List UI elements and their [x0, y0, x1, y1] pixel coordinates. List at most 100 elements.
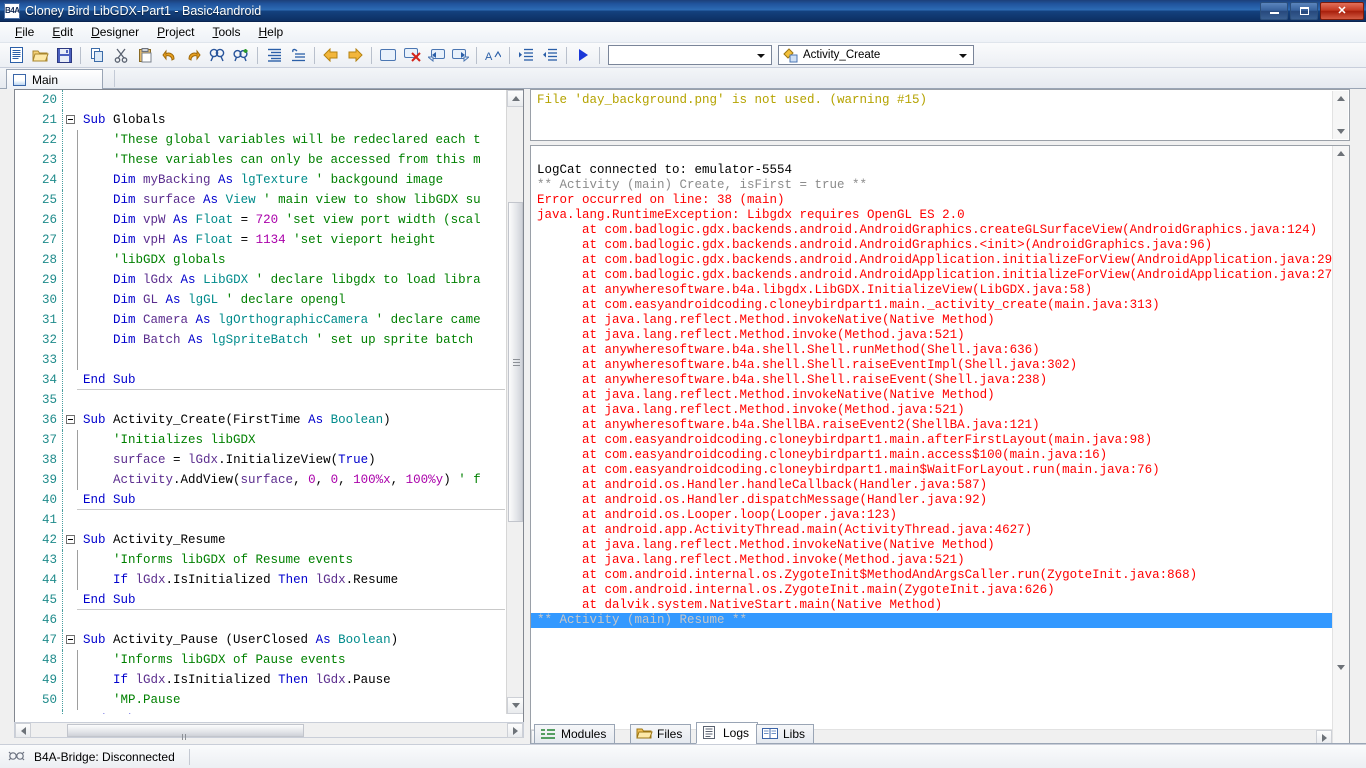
log-row[interactable]: at com.easyandroidcoding.cloneybirdpart1…: [531, 298, 1332, 313]
code-line[interactable]: 40End Sub: [15, 490, 505, 510]
undo-icon[interactable]: [158, 45, 180, 66]
code-scroll-down-button[interactable]: [507, 697, 524, 714]
warnings-box[interactable]: File 'day_background.png' is not used. (…: [530, 89, 1350, 141]
fold-collapse-icon[interactable]: [66, 415, 75, 424]
log-row[interactable]: at java.lang.reflect.Method.invoke(Metho…: [531, 553, 1332, 568]
code-line[interactable]: 20: [15, 90, 505, 110]
log-row[interactable]: at com.android.internal.os.ZygoteInit$Me…: [531, 568, 1332, 583]
log-row[interactable]: at dalvik.system.NativeStart.main(Native…: [531, 598, 1332, 613]
fold-collapse-icon[interactable]: [66, 115, 75, 124]
warnings-scroll-up-button[interactable]: [1333, 91, 1348, 106]
outdent-icon[interactable]: [539, 45, 561, 66]
code-editor-pane[interactable]: 2021Sub Globals22 'These global variable…: [14, 89, 524, 731]
log-row[interactable]: at android.os.Handler.handleCallback(Han…: [531, 478, 1332, 493]
code-line[interactable]: 47Sub Activity_Pause (UserClosed As Bool…: [15, 630, 505, 650]
code-line[interactable]: 33: [15, 350, 505, 370]
code-line[interactable]: 25 Dim surface As View ' main view to sh…: [15, 190, 505, 210]
code-line[interactable]: 29 Dim lGdx As LibGDX ' declare libgdx t…: [15, 270, 505, 290]
code-line[interactable]: 24 Dim myBacking As lgTexture ' backgoun…: [15, 170, 505, 190]
menu-designer[interactable]: Designer: [82, 23, 148, 41]
log-row[interactable]: at com.easyandroidcoding.cloneybirdpart1…: [531, 433, 1332, 448]
code-line[interactable]: 36Sub Activity_Create(FirstTime As Boole…: [15, 410, 505, 430]
log-row[interactable]: at com.android.internal.os.ZygoteInit.ma…: [531, 583, 1332, 598]
sub-combo[interactable]: Activity_Create: [778, 45, 974, 65]
log-row[interactable]: at com.badlogic.gdx.backends.android.And…: [531, 238, 1332, 253]
font-size-icon[interactable]: A: [482, 45, 504, 66]
code-line[interactable]: 46: [15, 610, 505, 630]
code-line[interactable]: 28 'libGDX globals: [15, 250, 505, 270]
log-row[interactable]: at java.lang.reflect.Method.invokeNative…: [531, 388, 1332, 403]
log-row[interactable]: at android.os.Looper.loop(Looper.java:12…: [531, 508, 1332, 523]
code-line[interactable]: 41: [15, 510, 505, 530]
tab-modules[interactable]: Modules: [534, 724, 615, 744]
tab-files[interactable]: Files: [630, 724, 691, 744]
indent-icon[interactable]: [515, 45, 537, 66]
code-line[interactable]: 38 surface = lGdx.InitializeView(True): [15, 450, 505, 470]
menu-file[interactable]: File: [6, 23, 43, 41]
code-vertical-scrollbar[interactable]: [506, 90, 523, 714]
log-row[interactable]: at com.badlogic.gdx.backends.android.And…: [531, 253, 1332, 268]
log-row[interactable]: LogCat connected to: emulator-5554: [531, 163, 1332, 178]
redo-icon[interactable]: [182, 45, 204, 66]
log-row[interactable]: at anywheresoftware.b4a.shell.Shell.runM…: [531, 343, 1332, 358]
code-scroll-up-button[interactable]: [507, 90, 524, 107]
code-line[interactable]: 27 Dim vpH As Float = 1134 'set vieport …: [15, 230, 505, 250]
log-row[interactable]: ** Activity (main) Resume **: [531, 613, 1332, 628]
code-hscroll-thumb[interactable]: [67, 724, 304, 737]
code-line[interactable]: 50 'MP.Pause: [15, 690, 505, 710]
log-row[interactable]: at anywheresoftware.b4a.libgdx.LibGDX.In…: [531, 283, 1332, 298]
log-row[interactable]: at anywheresoftware.b4a.ShellBA.raiseEve…: [531, 418, 1332, 433]
code-line[interactable]: 34End Sub: [15, 370, 505, 390]
code-line[interactable]: 30 Dim GL As lgGL ' declare opengl: [15, 290, 505, 310]
module-combo[interactable]: [608, 45, 772, 65]
code-line[interactable]: 42Sub Activity_Resume: [15, 530, 505, 550]
log-row[interactable]: at java.lang.reflect.Method.invoke(Metho…: [531, 403, 1332, 418]
maximize-button[interactable]: [1290, 2, 1318, 20]
new-file-icon[interactable]: [5, 45, 27, 66]
code-horizontal-scrollbar[interactable]: [14, 722, 524, 738]
code-line[interactable]: 21Sub Globals: [15, 110, 505, 130]
log-row[interactable]: at com.easyandroidcoding.cloneybirdpart1…: [531, 448, 1332, 463]
back-arrow-icon[interactable]: [320, 45, 342, 66]
find-icon[interactable]: [206, 45, 228, 66]
bookmark-next-icon[interactable]: [449, 45, 471, 66]
code-line[interactable]: 26 Dim vpW As Float = 720 'set view port…: [15, 210, 505, 230]
code-line[interactable]: 44 If lGdx.IsInitialized Then lGdx.Resum…: [15, 570, 505, 590]
log-row[interactable]: [531, 148, 1332, 163]
code-scroll-left-button[interactable]: [15, 723, 31, 738]
code-line[interactable]: 22 'These global variables will be redec…: [15, 130, 505, 150]
copy-icon[interactable]: [86, 45, 108, 66]
log-row[interactable]: at java.lang.reflect.Method.invokeNative…: [531, 313, 1332, 328]
log-row[interactable]: at com.badlogic.gdx.backends.android.And…: [531, 268, 1332, 283]
cut-icon[interactable]: [110, 45, 132, 66]
minimize-button[interactable]: [1260, 2, 1288, 20]
warnings-vertical-scrollbar[interactable]: [1332, 91, 1348, 139]
close-button[interactable]: ✕: [1320, 2, 1364, 20]
tab-libs[interactable]: Libs: [756, 724, 814, 744]
log-row[interactable]: java.lang.RuntimeException: Libgdx requi…: [531, 208, 1332, 223]
save-icon[interactable]: [53, 45, 75, 66]
code-line[interactable]: 45End Sub: [15, 590, 505, 610]
open-folder-icon[interactable]: [29, 45, 51, 66]
code-line[interactable]: 49 If lGdx.IsInitialized Then lGdx.Pause: [15, 670, 505, 690]
log-row[interactable]: at android.app.ActivityThread.main(Activ…: [531, 523, 1332, 538]
tab-main[interactable]: Main: [6, 69, 103, 89]
comment-icon[interactable]: [377, 45, 399, 66]
code-line[interactable]: 48 'Informs libGDX of Pause events: [15, 650, 505, 670]
find-next-icon[interactable]: [230, 45, 252, 66]
logs-scroll-up-button[interactable]: [1333, 146, 1349, 161]
log-row[interactable]: at android.os.Handler.dispatchMessage(Ha…: [531, 493, 1332, 508]
log-row[interactable]: Error occurred on line: 38 (main): [531, 193, 1332, 208]
remove-bookmark-icon[interactable]: [401, 45, 423, 66]
logs-scroll-down-button[interactable]: [1333, 660, 1349, 675]
menu-help[interactable]: Help: [249, 23, 292, 41]
code-scroll-right-button[interactable]: [507, 723, 523, 738]
log-row[interactable]: at com.easyandroidcoding.cloneybirdpart1…: [531, 463, 1332, 478]
log-row[interactable]: at java.lang.reflect.Method.invoke(Metho…: [531, 328, 1332, 343]
code-scroll-thumb[interactable]: [508, 202, 523, 522]
log-row[interactable]: ** Activity (main) Create, isFirst = tru…: [531, 178, 1332, 193]
code-line[interactable]: 43 'Informs libGDX of Resume events: [15, 550, 505, 570]
logs-vertical-scrollbar[interactable]: [1332, 146, 1349, 762]
format-icon[interactable]: [263, 45, 285, 66]
log-rows-container[interactable]: LogCat connected to: emulator-5554** Act…: [531, 146, 1332, 728]
